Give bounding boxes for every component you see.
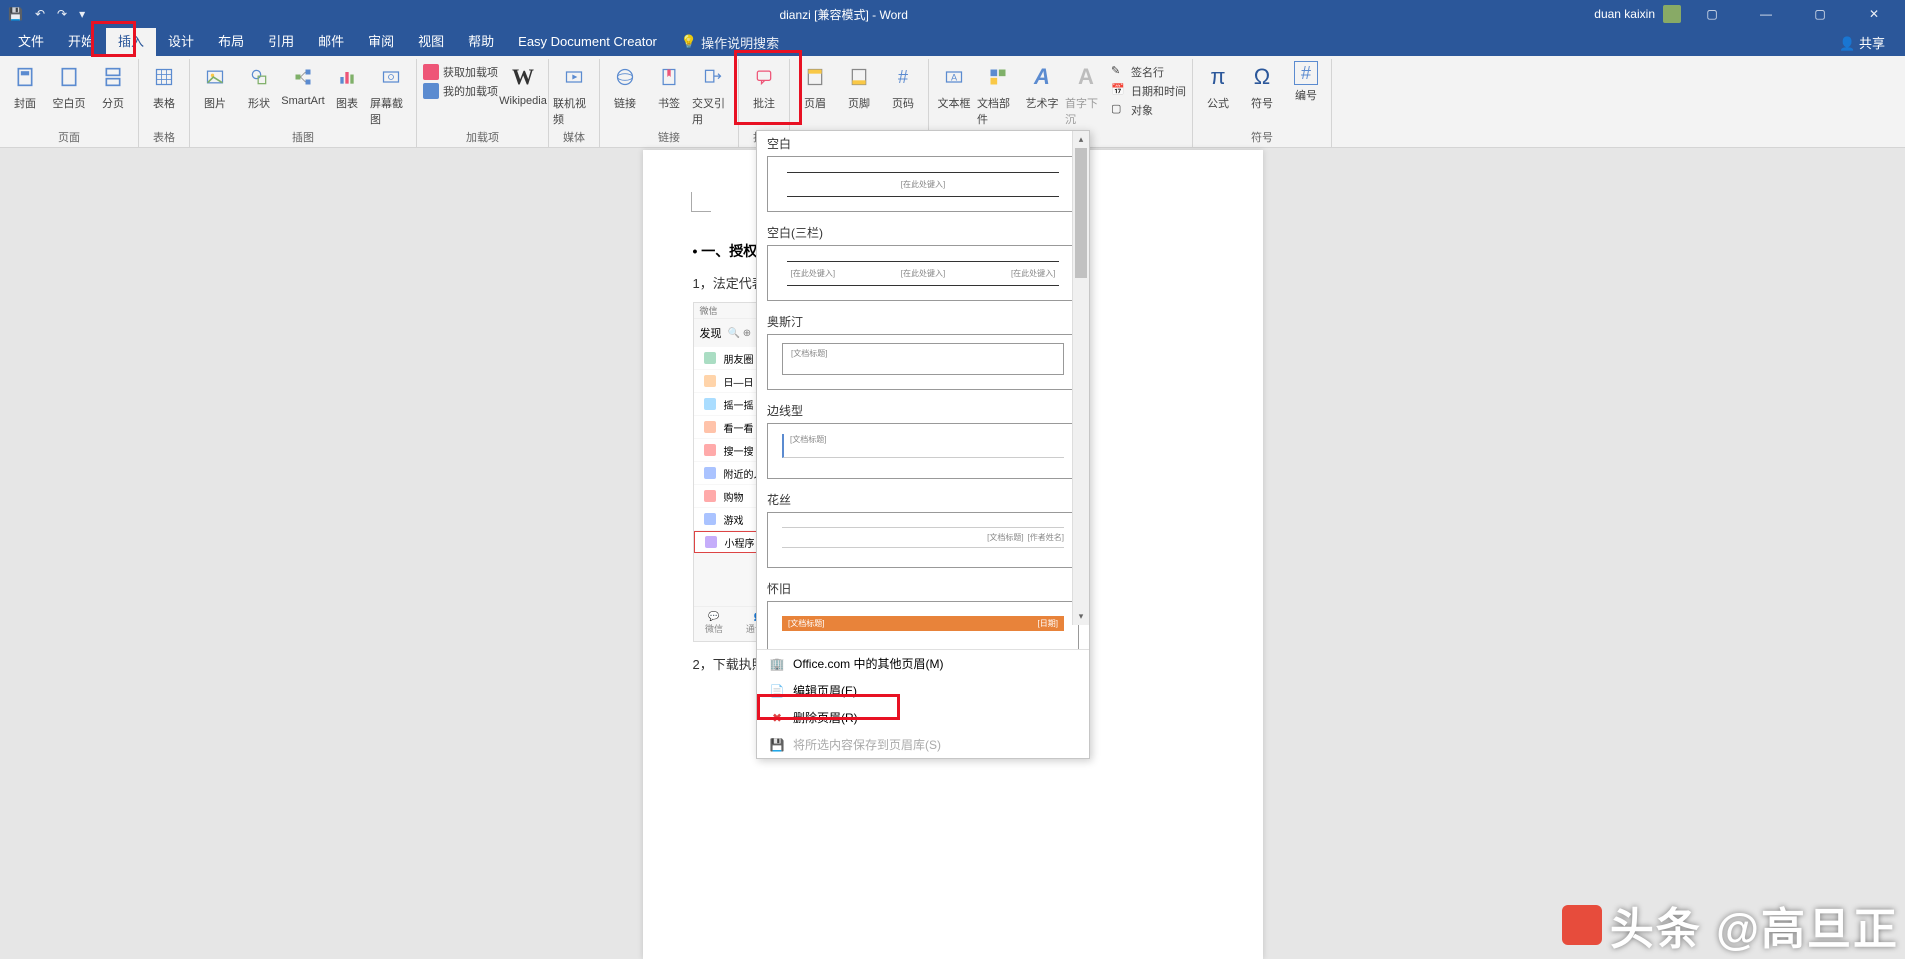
remove-header-icon: ✖ bbox=[769, 710, 785, 726]
ribbon-options-icon[interactable]: ▢ bbox=[1689, 7, 1735, 21]
wikipedia-button[interactable]: WWikipedia bbox=[502, 61, 544, 107]
tab-home[interactable]: 开始 bbox=[56, 28, 106, 56]
tab-help[interactable]: 帮助 bbox=[456, 28, 506, 56]
signature-line-button[interactable]: ✎签名行 bbox=[1109, 64, 1188, 80]
tab-references[interactable]: 引用 bbox=[256, 28, 306, 56]
maximize-icon[interactable]: ▢ bbox=[1797, 7, 1843, 21]
cross-ref-button[interactable]: 交叉引用 bbox=[692, 61, 734, 127]
smartart-button[interactable]: SmartArt bbox=[282, 61, 324, 107]
date-time-button[interactable]: 📅日期和时间 bbox=[1109, 83, 1188, 99]
scroll-up-icon[interactable]: ▴ bbox=[1073, 131, 1089, 148]
group-label-links: 链接 bbox=[658, 128, 680, 147]
tab-view[interactable]: 视图 bbox=[406, 28, 456, 56]
category-blank-3col: 空白(三栏) bbox=[757, 220, 1089, 245]
online-video-button[interactable]: 联机视频 bbox=[553, 61, 595, 127]
header-gallery-dropdown: 空白 [在此处键入] 空白(三栏) [在此处键入][在此处键入][在此处键入] … bbox=[756, 130, 1090, 759]
share-button[interactable]: 👤 共享 bbox=[1839, 33, 1905, 52]
office-icon: 🏢 bbox=[769, 656, 785, 672]
share-icon: 👤 bbox=[1839, 36, 1855, 51]
header-preview-retro[interactable]: [文档标题][日期] bbox=[767, 601, 1079, 649]
wordart-button[interactable]: A艺术字 bbox=[1021, 61, 1063, 111]
more-headers-office-button[interactable]: 🏢 Office.com 中的其他页眉(M) bbox=[757, 650, 1089, 677]
gallery-scrollbar[interactable]: ▴ ▾ bbox=[1072, 131, 1089, 625]
tell-me-search[interactable]: 💡 操作说明搜索 bbox=[681, 33, 779, 52]
remove-header-button[interactable]: ✖ 删除页眉(R) bbox=[757, 704, 1089, 731]
bulb-icon: 💡 bbox=[681, 34, 697, 50]
group-label-symbols: 符号 bbox=[1251, 128, 1273, 147]
group-label-illustrations: 插图 bbox=[292, 128, 314, 147]
my-addins-button[interactable]: 我的加载项 bbox=[421, 83, 500, 99]
tab-review[interactable]: 审阅 bbox=[356, 28, 406, 56]
header-preview-austin[interactable]: [文档标题] bbox=[767, 334, 1079, 390]
bookmark-button[interactable]: 书签 bbox=[648, 61, 690, 111]
symbol-button[interactable]: Ω符号 bbox=[1241, 61, 1283, 111]
tab-layout[interactable]: 布局 bbox=[206, 28, 256, 56]
textbox-button[interactable]: A文本框 bbox=[933, 61, 975, 111]
qat-more-icon[interactable]: ▾ bbox=[79, 7, 85, 21]
link-button[interactable]: 链接 bbox=[604, 61, 646, 111]
avatar[interactable] bbox=[1663, 5, 1681, 23]
group-label-tables: 表格 bbox=[153, 128, 175, 147]
header-mark-icon bbox=[691, 192, 711, 212]
header-preview-blank3[interactable]: [在此处键入][在此处键入][在此处键入] bbox=[767, 245, 1079, 301]
toutiao-icon bbox=[1562, 905, 1602, 945]
tab-design[interactable]: 设计 bbox=[156, 28, 206, 56]
svg-text:A: A bbox=[951, 72, 958, 82]
tab-easy-doc[interactable]: Easy Document Creator bbox=[506, 28, 669, 56]
number-button[interactable]: #编号 bbox=[1285, 61, 1327, 103]
minimize-icon[interactable]: — bbox=[1743, 7, 1789, 21]
comment-button[interactable]: 批注 bbox=[743, 61, 785, 111]
screenshot-button[interactable]: 屏幕截图 bbox=[370, 61, 412, 127]
close-icon[interactable]: ✕ bbox=[1851, 7, 1897, 21]
username: duan kaixin bbox=[1594, 7, 1655, 21]
title-bar: 💾 ↶ ↷ ▾ dianzi [兼容模式] - Word duan kaixin… bbox=[0, 0, 1905, 28]
header-preview-filigree[interactable]: [文档标题][作者姓名] bbox=[767, 512, 1079, 568]
equation-button[interactable]: π公式 bbox=[1197, 61, 1239, 111]
footer-button[interactable]: 页脚 bbox=[838, 61, 880, 111]
edit-header-button[interactable]: 📄 编辑页眉(E) bbox=[757, 677, 1089, 704]
window-title: dianzi [兼容模式] - Word bbox=[93, 6, 1594, 23]
category-filigree: 花丝 bbox=[757, 487, 1089, 512]
cover-page-button[interactable]: 封面 bbox=[4, 61, 46, 111]
save-icon[interactable]: 💾 bbox=[8, 7, 23, 21]
category-retro: 怀旧 bbox=[757, 576, 1089, 601]
shapes-button[interactable]: 形状 bbox=[238, 61, 280, 111]
watermark: 头条 @高旦正 bbox=[1562, 893, 1899, 957]
tab-insert[interactable]: 插入 bbox=[106, 28, 156, 56]
category-austin: 奥斯汀 bbox=[757, 309, 1089, 334]
undo-icon[interactable]: ↶ bbox=[35, 7, 45, 21]
header-preview-blank[interactable]: [在此处键入] bbox=[767, 156, 1079, 212]
tab-file[interactable]: 文件 bbox=[6, 28, 56, 56]
scrollbar-thumb[interactable] bbox=[1075, 148, 1087, 278]
quick-parts-button[interactable]: 文档部件 bbox=[977, 61, 1019, 127]
ribbon-tabs: 文件 开始 插入 设计 布局 引用 邮件 审阅 视图 帮助 Easy Docum… bbox=[0, 28, 1905, 56]
table-button[interactable]: 表格 bbox=[143, 61, 185, 111]
page-break-button[interactable]: 分页 bbox=[92, 61, 134, 111]
scroll-down-icon[interactable]: ▾ bbox=[1073, 608, 1089, 625]
header-preview-border[interactable]: [文档标题] bbox=[767, 423, 1079, 479]
category-border: 边线型 bbox=[757, 398, 1089, 423]
group-label-pages: 页面 bbox=[58, 128, 80, 147]
save-gallery-icon: 💾 bbox=[769, 737, 785, 753]
chart-button[interactable]: 图表 bbox=[326, 61, 368, 111]
save-to-gallery-button: 💾 将所选内容保存到页眉库(S) bbox=[757, 731, 1089, 758]
group-label-media: 媒体 bbox=[563, 128, 585, 147]
edit-header-icon: 📄 bbox=[769, 683, 785, 699]
get-addins-button[interactable]: 获取加载项 bbox=[421, 64, 500, 80]
object-button[interactable]: ▢对象 bbox=[1109, 102, 1188, 118]
dropcap-button[interactable]: A首字下沉 bbox=[1065, 61, 1107, 127]
page-number-button[interactable]: #页码 bbox=[882, 61, 924, 111]
category-blank: 空白 bbox=[757, 131, 1089, 156]
pictures-button[interactable]: 图片 bbox=[194, 61, 236, 111]
group-label-addins: 加载项 bbox=[466, 128, 499, 147]
header-button[interactable]: 页眉 bbox=[794, 61, 836, 111]
tab-mailings[interactable]: 邮件 bbox=[306, 28, 356, 56]
redo-icon[interactable]: ↷ bbox=[57, 7, 67, 21]
blank-page-button[interactable]: 空白页 bbox=[48, 61, 90, 111]
